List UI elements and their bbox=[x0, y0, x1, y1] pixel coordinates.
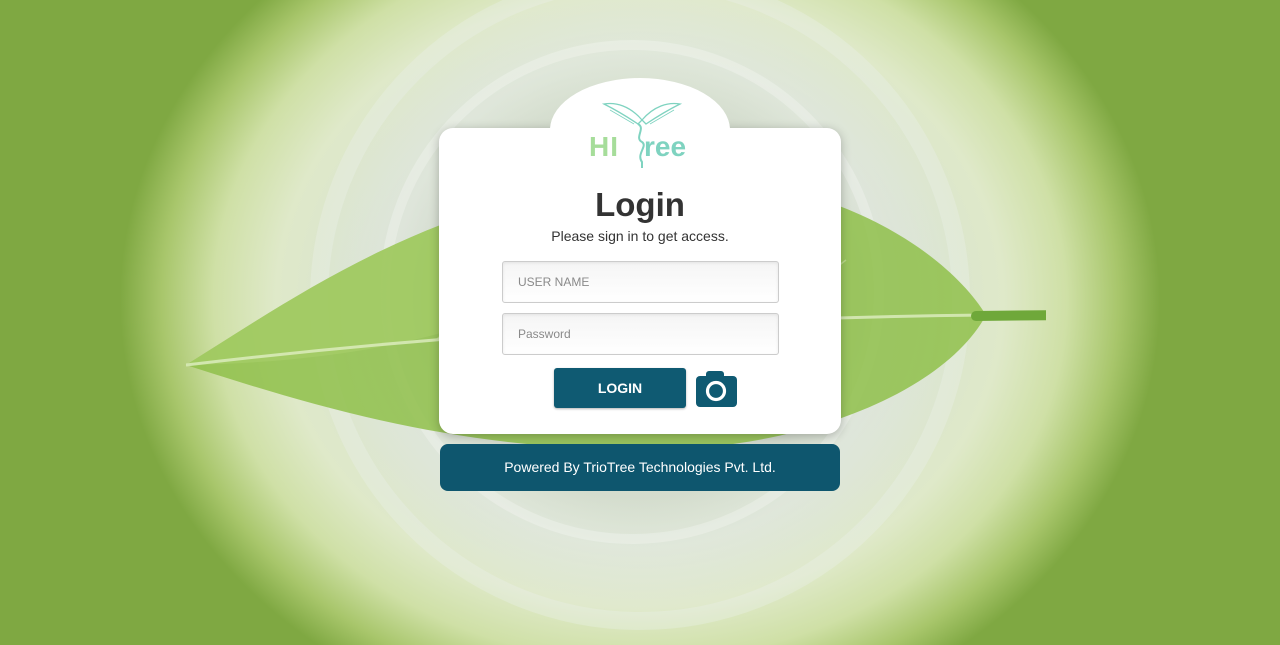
footer-text: Powered By TrioTree Technologies Pvt. Lt… bbox=[504, 459, 776, 475]
username-input[interactable] bbox=[502, 261, 779, 303]
footer-bar: Powered By TrioTree Technologies Pvt. Lt… bbox=[440, 444, 840, 491]
page-title: Login bbox=[595, 186, 685, 223]
hitree-logo: HI ree bbox=[589, 102, 686, 168]
login-button[interactable]: LOGIN bbox=[554, 368, 686, 408]
svg-text:HI: HI bbox=[589, 131, 619, 162]
password-input[interactable] bbox=[502, 313, 779, 355]
page-subtitle: Please sign in to get access. bbox=[551, 228, 729, 244]
camera-icon[interactable] bbox=[696, 370, 737, 407]
svg-text:ree: ree bbox=[644, 131, 686, 162]
